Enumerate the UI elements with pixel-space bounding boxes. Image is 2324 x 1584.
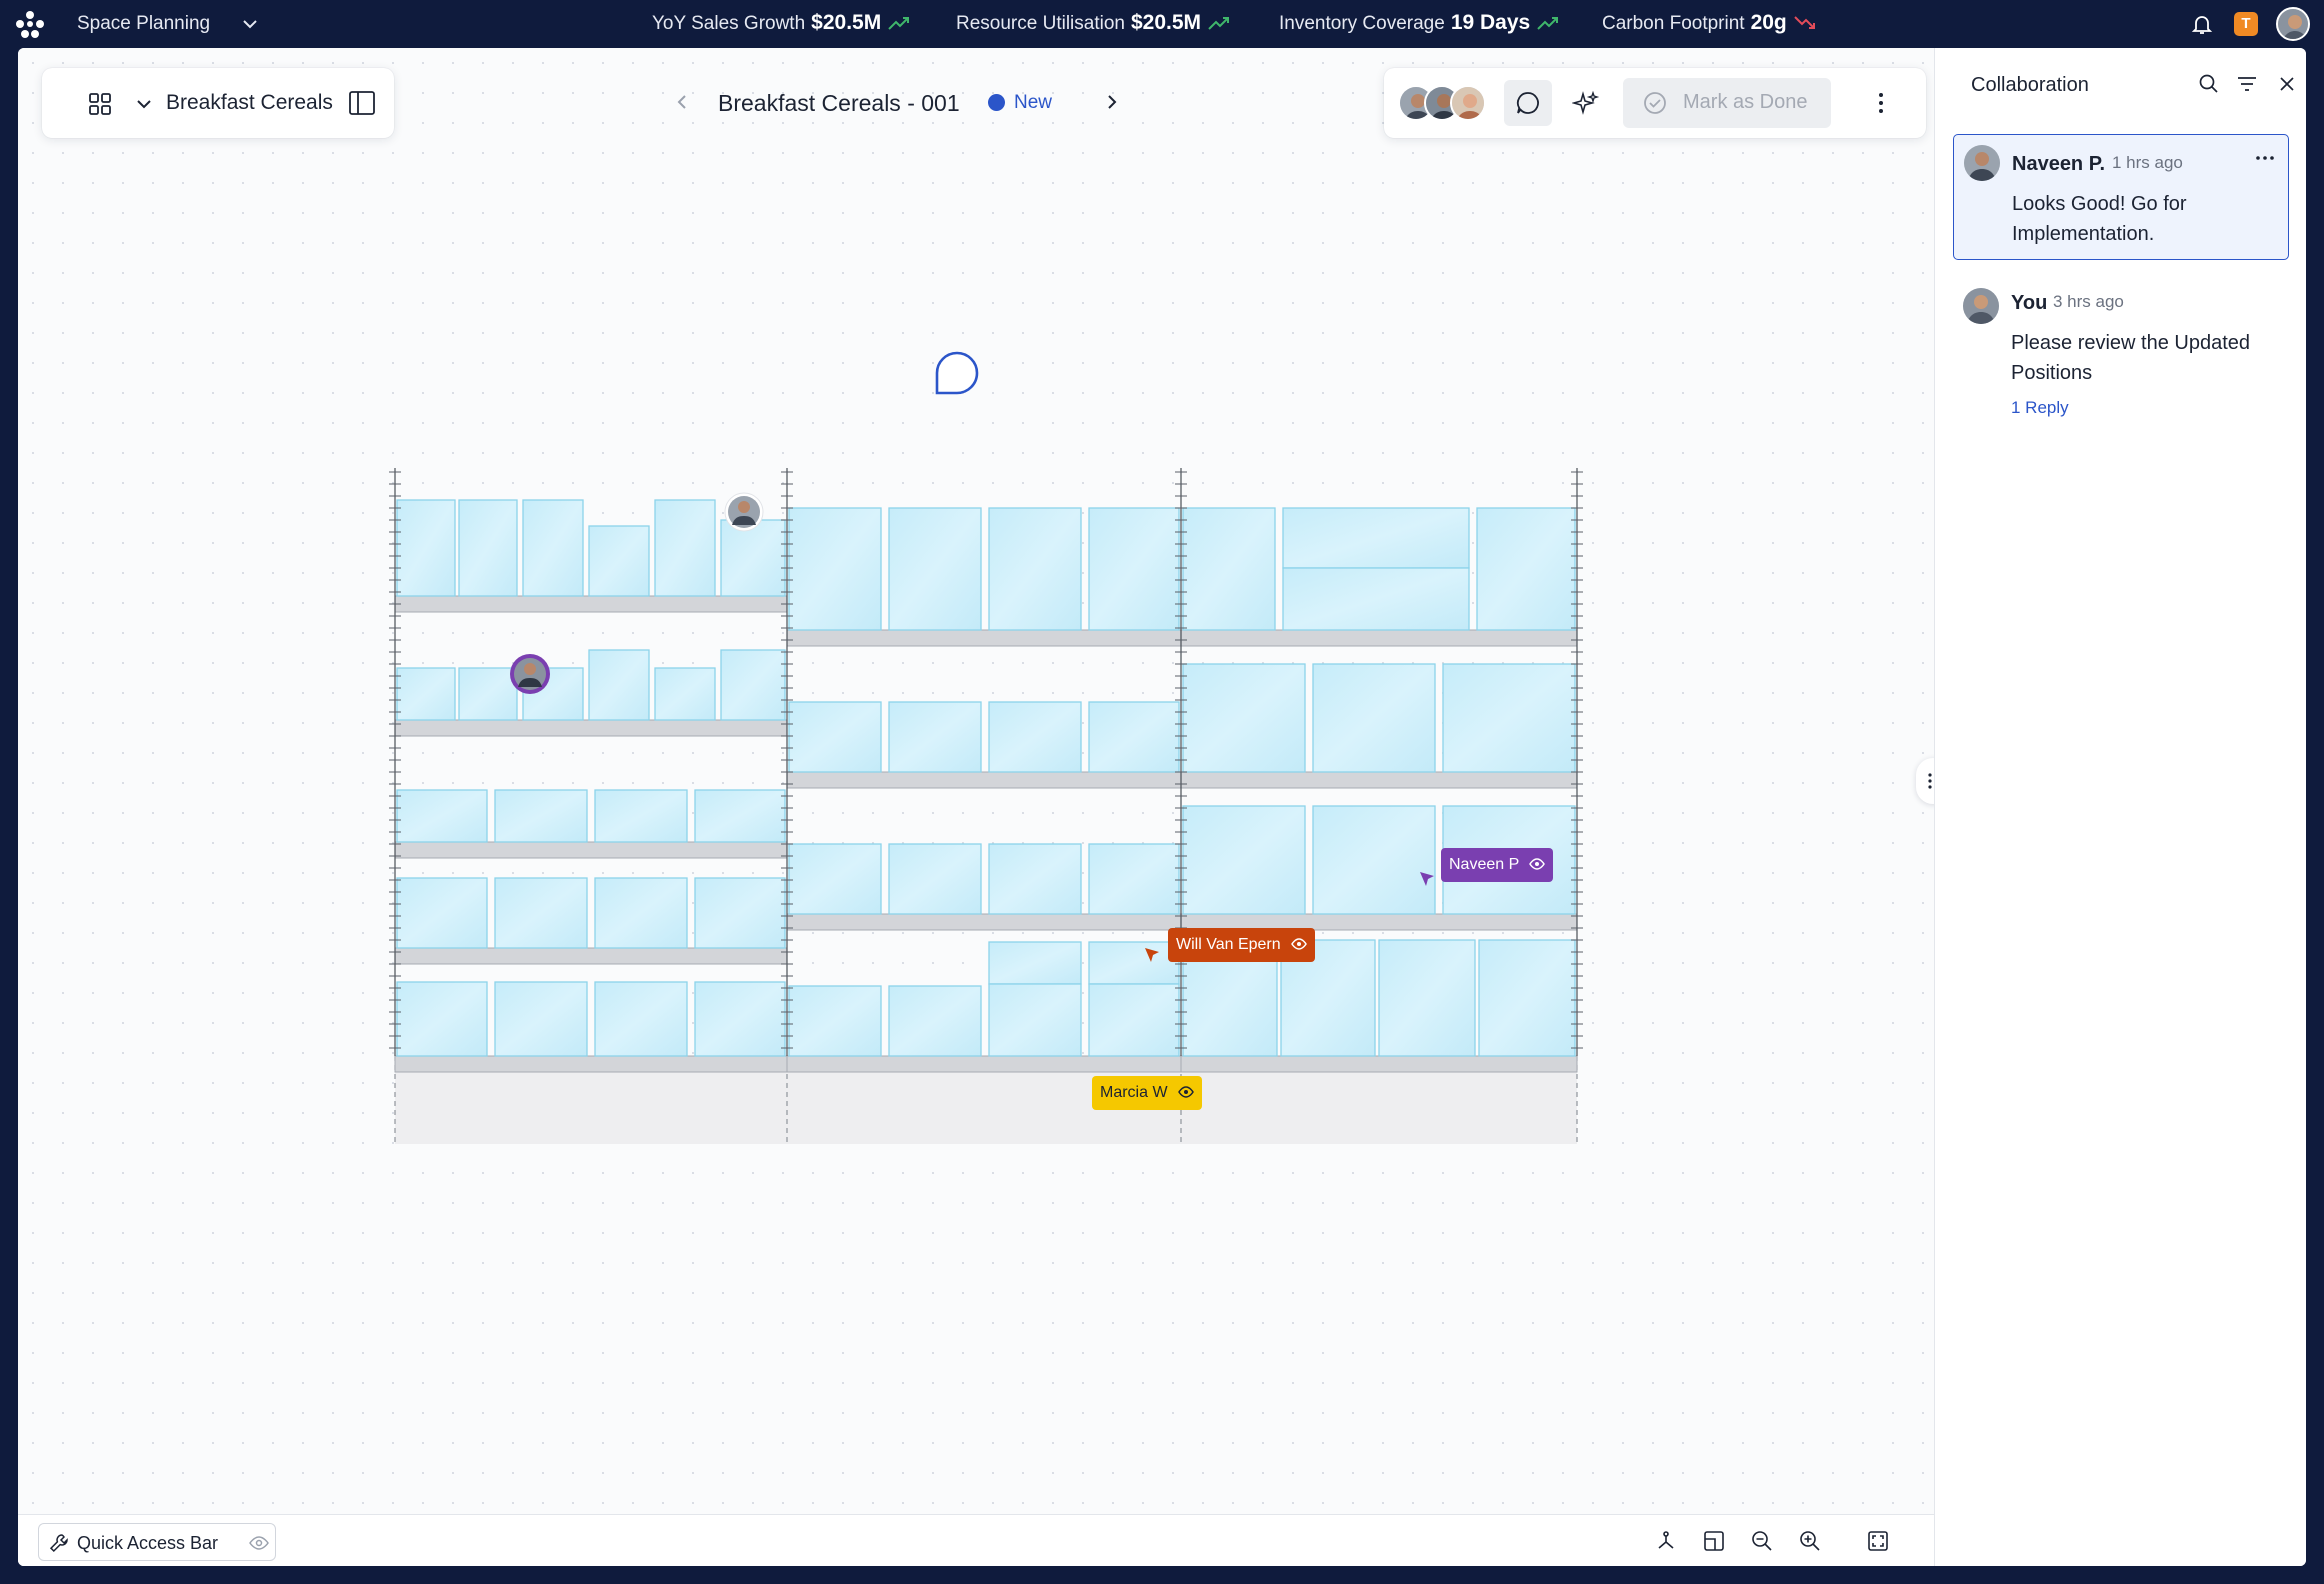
kpi-label: Resource Utilisation [956,13,1125,34]
kpi-value: $20.5M [811,11,882,34]
canvas[interactable]: Breakfast Cereals Breakfast Cereals - 00… [18,48,1950,1566]
more-horizontal-icon[interactable] [2254,153,2276,163]
sidebar-toggle-icon[interactable] [348,89,376,117]
comment-icon [1516,92,1539,114]
kpi-yoy-sales-growth[interactable]: YoY Sales Growth $20.5M [652,11,911,35]
cursor-tag-marcia: Marcia W [1092,1076,1203,1110]
grid-icon[interactable] [88,92,112,116]
kpi-inventory-coverage[interactable]: Inventory Coverage 19 Days [1279,11,1560,35]
collaboration-panel: Collaboration Naveen P. 1 hrs ago Looks … [1934,48,2306,1566]
trend-up-icon [1537,17,1559,30]
more-vertical-icon[interactable] [1868,90,1894,116]
comment-time: 1 hrs ago [2112,153,2183,172]
cursor-tag-naveen: Naveen P [1441,848,1554,882]
mark-as-done-button[interactable]: Mark as Done [1623,78,1831,128]
kpi-resource-utilisation[interactable]: Resource Utilisation $20.5M [956,11,1231,35]
comment-text: Please review the Updated Positions [2011,332,2251,384]
layout-icon[interactable] [1702,1529,1726,1553]
quick-access-label: Quick Access Bar [77,1533,219,1553]
status-dot [988,94,1005,111]
eye-icon [1291,938,1307,950]
collaborator-avatar[interactable] [1450,85,1486,121]
category-label[interactable]: Breakfast Cereals [166,91,333,115]
cursor-tag-will: Will Van Epern [1168,928,1316,962]
trend-down-icon [1794,16,1815,29]
cursor-tag-label: Naveen P [1449,856,1519,873]
bay-1[interactable] [394,499,788,1073]
filter-icon[interactable] [2235,72,2259,96]
avatar [1964,145,2000,181]
kpi-value: 19 Days [1450,11,1531,34]
app-logo-icon[interactable] [14,10,46,38]
comment-author: Naveen P. [2012,153,2106,175]
kpi-label: YoY Sales Growth [652,13,806,34]
collaborator-avatar-on-shelf[interactable] [724,492,764,532]
comment-item[interactable]: You 3 hrs ago Please review the Updated … [1953,278,2289,438]
comment-author: You [2011,292,2048,314]
bottom-bar: Quick Access Bar [18,1514,1934,1566]
zoom-in-icon[interactable] [1798,1529,1822,1553]
chevron-down-icon[interactable] [240,14,260,34]
comment-button[interactable] [1504,80,1552,126]
top-bar: Space Planning YoY Sales Growth $20.5M R… [0,0,2324,48]
status-badge: New [1014,92,1053,113]
category-toolbar: Breakfast Cereals [42,68,394,138]
fullscreen-icon[interactable] [1866,1529,1890,1553]
user-badge[interactable]: T [2234,12,2258,36]
network-icon[interactable] [1654,1529,1678,1553]
kpi-label: Carbon Footprint [1602,13,1745,34]
comment-time: 3 hrs ago [2053,292,2124,311]
user-avatar[interactable] [2276,7,2310,41]
bay-3[interactable] [1180,507,1578,1073]
kpi-label: Inventory Coverage [1279,13,1445,34]
document-title: Breakfast Cereals - 001 [718,90,960,116]
trend-up-icon [888,17,910,30]
close-icon[interactable] [2275,72,2299,96]
trend-up-icon [1208,17,1230,30]
cursor-tag-label: Will Van Epern [1176,936,1281,953]
eye-icon[interactable] [249,1535,269,1551]
mark-as-done-label: Mark as Done [1683,91,1808,113]
avatar [1963,288,1999,324]
reply-link[interactable]: 1 Reply [2011,398,2069,418]
cursor-tag-label: Marcia W [1100,1084,1168,1101]
app-title[interactable]: Space Planning [77,13,210,35]
planogram[interactable] [388,468,1594,1196]
kpi-value: 20g [1750,11,1787,34]
action-toolbar: Mark as Done [1384,68,1926,138]
comment-text: Looks Good! Go for Implementation. [2012,193,2187,245]
eye-icon [1529,858,1546,870]
comment-marker-icon[interactable] [934,350,980,396]
kpi-carbon-footprint[interactable]: Carbon Footprint 20g [1602,11,1817,35]
wrench-icon [49,1534,68,1553]
sparkle-icon[interactable] [1572,90,1600,118]
collaborator-avatar-on-shelf[interactable] [510,654,550,694]
bay-2[interactable] [786,507,1182,1073]
quick-access-bar-button[interactable]: Quick Access Bar [38,1523,276,1561]
chevron-right-icon[interactable] [1102,92,1122,112]
zoom-out-icon[interactable] [1750,1529,1774,1553]
chevron-down-icon[interactable] [134,94,154,114]
check-circle-icon [1644,92,1666,114]
chevron-left-icon[interactable] [672,92,692,112]
kpi-value: $20.5M [1130,11,1202,34]
workspace: Breakfast Cereals Breakfast Cereals - 00… [18,48,2306,1566]
search-icon[interactable] [2197,72,2221,96]
eye-icon [1178,1086,1194,1098]
bell-icon[interactable] [2190,12,2214,36]
panel-title: Collaboration [1971,74,2089,96]
comment-item-active[interactable]: Naveen P. 1 hrs ago Looks Good! Go for I… [1953,134,2289,260]
